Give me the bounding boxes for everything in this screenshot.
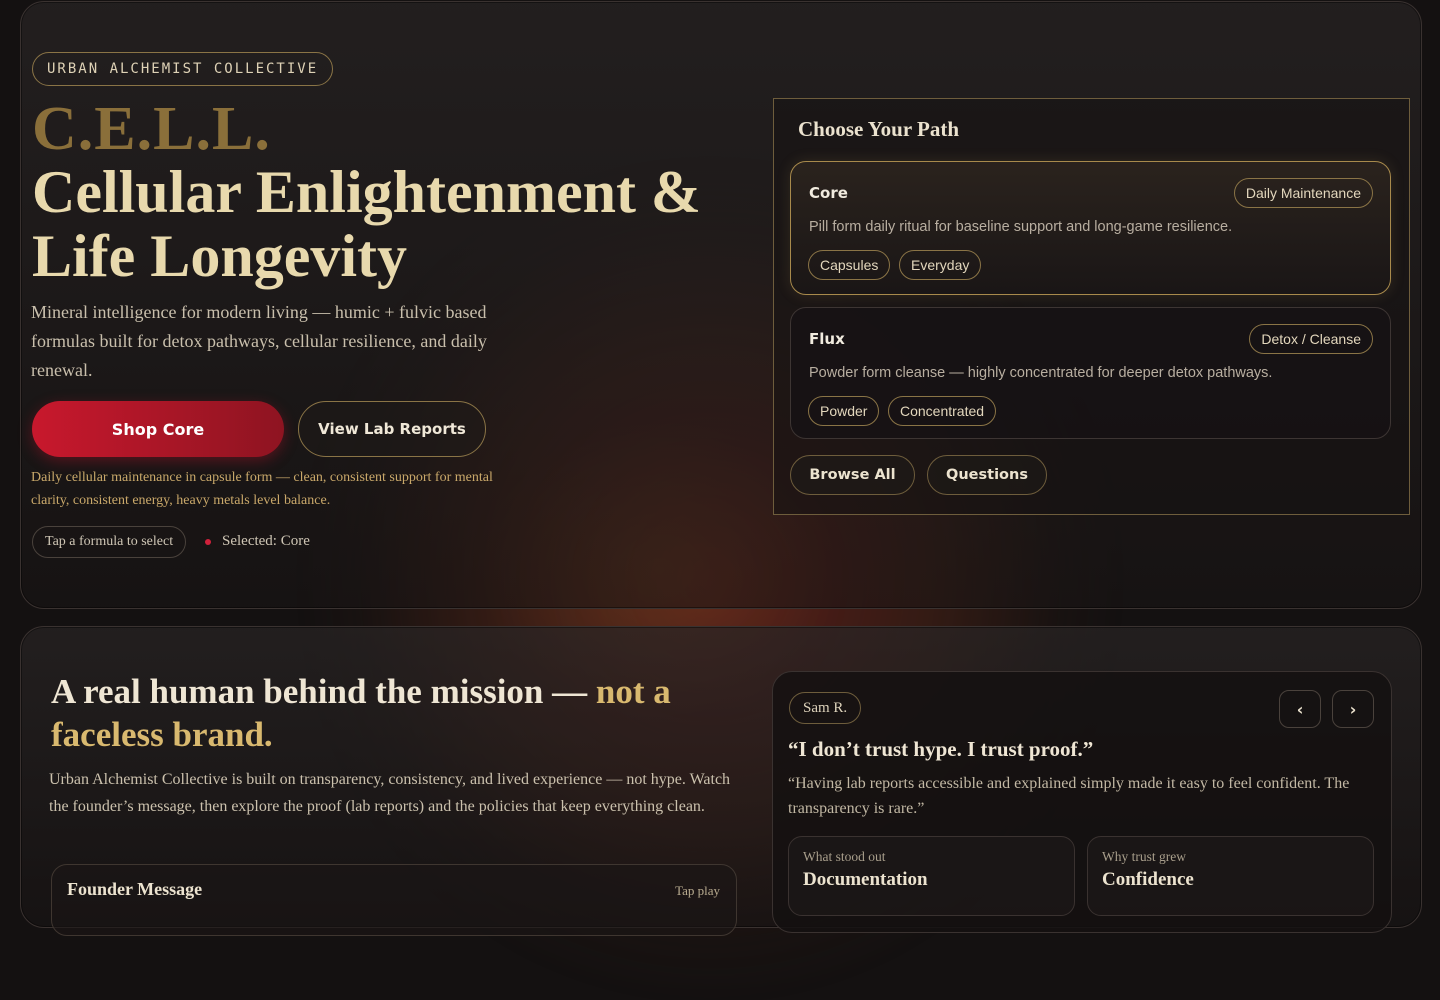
stat-label: Why trust grew [1102, 849, 1186, 864]
founder-message-card[interactable]: Founder Message Tap play [51, 864, 737, 936]
stat-value: Documentation [803, 869, 928, 890]
formula-card-title: Flux [809, 330, 845, 348]
founder-message-title: Founder Message [67, 879, 203, 899]
hero-subtitle: Mineral intelligence for modern living —… [31, 302, 487, 380]
formula-tag: Capsules [808, 250, 891, 280]
mission-title: A real human behind the mission — not a … [51, 670, 731, 756]
tap-formula-hint: Tap a formula to select [32, 526, 187, 558]
testimonial-quote-title: “I don’t trust hype. I trust proof.” [788, 737, 1094, 761]
brand-abbreviation: C.E.L.L. [32, 95, 271, 163]
formula-card-badge: Detox / Cleanse [1249, 324, 1373, 354]
choose-path-panel: Choose Your Path Core Daily Maintenance … [773, 98, 1410, 515]
hero-note: Daily cellular maintenance in capsule fo… [31, 470, 493, 508]
prev-testimonial-button[interactable]: ‹ [1279, 690, 1321, 728]
stat-label: What stood out [803, 849, 886, 864]
formula-card-flux[interactable]: Flux Detox / Cleanse Powder form cleanse… [790, 307, 1391, 439]
formula-card-description: Pill form daily ritual for baseline supp… [809, 219, 1233, 235]
testimonial-author: Sam R. [789, 692, 862, 724]
mission-body: Urban Alchemist Collective is built on t… [49, 771, 731, 815]
formula-card-badge: Daily Maintenance [1233, 178, 1373, 208]
choose-path-heading: Choose Your Path [798, 117, 960, 141]
chevron-left-icon: ‹ [1296, 699, 1304, 719]
formula-tag: Concentrated [888, 396, 997, 426]
testimonial-card: Sam R. ‹ › “I don’t trust hype. I trust … [772, 671, 1392, 933]
selected-indicator-dot [205, 539, 211, 545]
formula-card-core[interactable]: Core Daily Maintenance Pill form daily r… [790, 161, 1391, 295]
next-testimonial-button[interactable]: › [1332, 690, 1374, 728]
stat-value: Confidence [1102, 869, 1194, 890]
brand-pill: URBAN ALCHEMIST COLLECTIVE [32, 52, 334, 86]
testimonial-stat-card: Why trust grew Confidence [1087, 836, 1374, 916]
chevron-right-icon: › [1349, 699, 1357, 719]
mission-title-main: A real human behind the mission — [51, 672, 596, 711]
browse-all-button[interactable]: Browse All [790, 455, 915, 495]
selected-formula-text: Selected: Core [222, 533, 310, 549]
shop-core-button[interactable]: Shop Core [32, 401, 284, 457]
hero-title: Cellular Enlightenment & Life Longevity [32, 159, 701, 289]
testimonial-quote-body: “Having lab reports accessible and expla… [788, 775, 1350, 817]
view-lab-reports-button[interactable]: View Lab Reports [298, 401, 486, 457]
formula-card-title: Core [809, 184, 848, 202]
formula-card-description: Powder form cleanse — highly concentrate… [809, 365, 1273, 381]
testimonial-stat-card: What stood out Documentation [788, 836, 1075, 916]
formula-tag: Powder [808, 396, 880, 426]
questions-button[interactable]: Questions [927, 455, 1047, 495]
founder-play-hint: Tap play [675, 883, 720, 898]
formula-tag: Everyday [899, 250, 982, 280]
